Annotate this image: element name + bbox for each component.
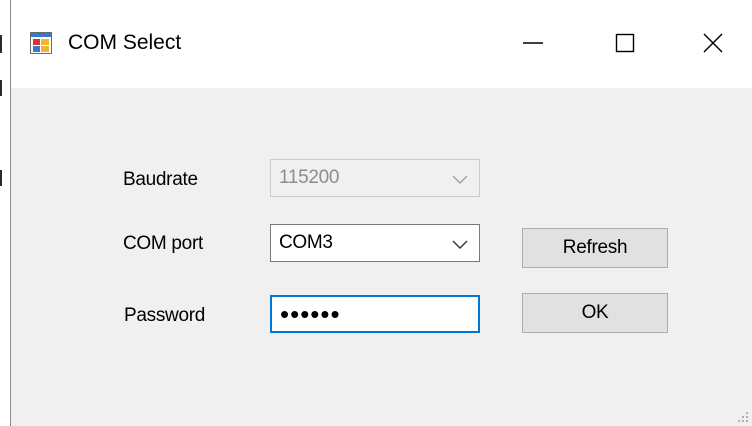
close-button[interactable] bbox=[685, 20, 741, 66]
windows-form-icon bbox=[30, 32, 52, 54]
com-port-combobox[interactable]: COM3 bbox=[270, 224, 480, 262]
edge-mark bbox=[0, 35, 2, 53]
com-select-window: COM Select Baudrate 115200 COM port COM3… bbox=[10, 0, 752, 426]
password-field[interactable]: •••••• bbox=[270, 295, 480, 333]
background-window-edge bbox=[0, 0, 10, 426]
minimize-icon bbox=[523, 42, 543, 44]
title-bar[interactable]: COM Select bbox=[11, 0, 752, 88]
edge-mark bbox=[0, 80, 2, 96]
chevron-down-icon bbox=[452, 175, 468, 184]
minimize-button[interactable] bbox=[505, 20, 561, 66]
ok-button[interactable]: OK bbox=[522, 293, 668, 333]
window-title: COM Select bbox=[68, 31, 182, 54]
password-label: Password bbox=[124, 305, 206, 326]
close-icon bbox=[703, 33, 723, 53]
maximize-button[interactable] bbox=[597, 20, 653, 66]
baudrate-combobox: 115200 bbox=[270, 159, 480, 197]
com-port-value: COM3 bbox=[279, 232, 333, 253]
maximize-icon bbox=[615, 33, 635, 53]
com-port-label: COM port bbox=[123, 233, 203, 254]
chevron-down-icon[interactable] bbox=[451, 235, 469, 253]
password-masked-value: •••••• bbox=[280, 299, 341, 329]
refresh-button[interactable]: Refresh bbox=[522, 228, 668, 268]
baudrate-value: 115200 bbox=[279, 167, 340, 188]
resize-grip-icon[interactable] bbox=[737, 411, 749, 423]
screen: COM Select Baudrate 115200 COM port COM3… bbox=[0, 0, 752, 426]
baudrate-label: Baudrate bbox=[123, 169, 198, 190]
edge-mark bbox=[0, 170, 2, 186]
